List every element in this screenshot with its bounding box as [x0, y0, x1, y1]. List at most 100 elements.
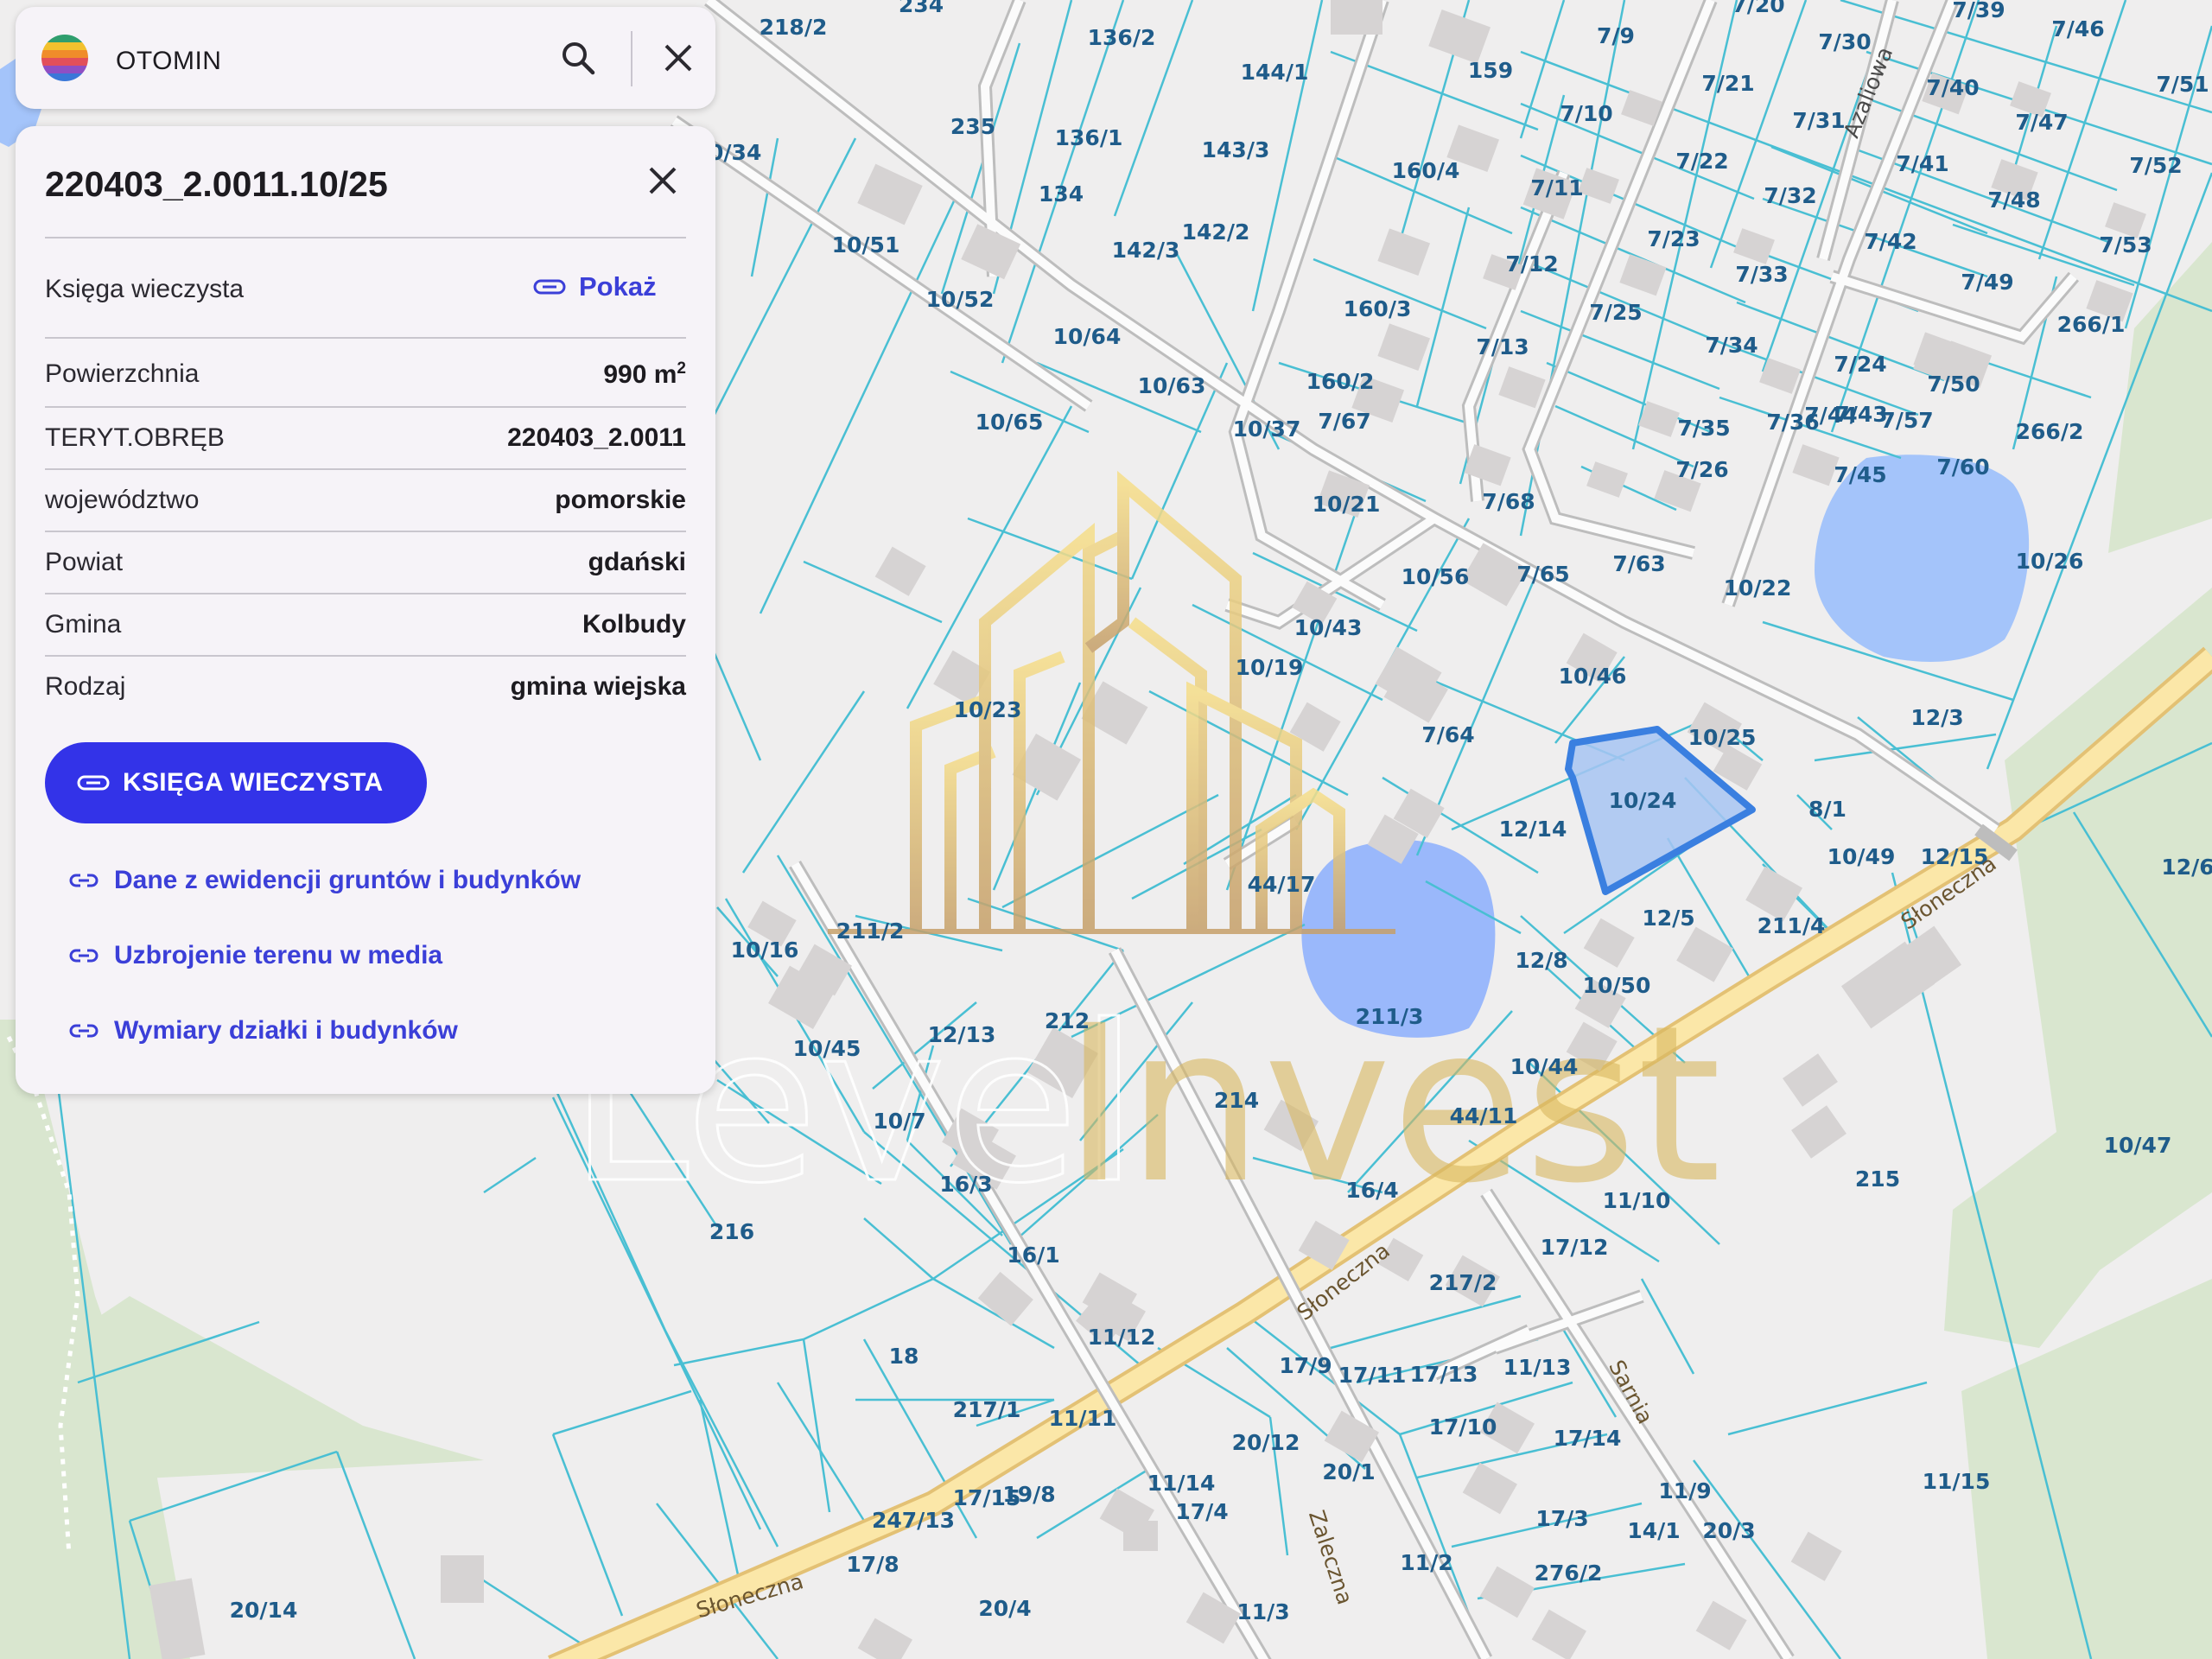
land-register-button[interactable]: KSIĘGA WIECZYSTA: [45, 742, 427, 823]
parcel-label: 134: [1039, 181, 1084, 207]
voivodeship-value: pomorskie: [555, 486, 686, 514]
parcel-label: 217/2: [1429, 1270, 1497, 1295]
parcel-label: 20/14: [230, 1598, 298, 1623]
parcel-label: 214: [1214, 1088, 1259, 1113]
parcel-label: 10/64: [1053, 324, 1122, 349]
parcel-label: 7/42: [1864, 229, 1916, 254]
parcel-label: 7/52: [2129, 153, 2182, 178]
parcel-label: 10/37: [1233, 416, 1301, 442]
divider: [45, 406, 686, 408]
kw-label: Księga wieczysta: [45, 275, 245, 303]
parcel-label: 266/1: [2057, 312, 2126, 337]
parcel-label: 20/3: [1702, 1518, 1755, 1543]
parcel-label: 11/10: [1603, 1188, 1671, 1213]
parcel-label: 19/8: [1002, 1482, 1055, 1507]
parcel-label: 17/14: [1554, 1426, 1622, 1451]
parcel-label: 7/41: [1896, 151, 1948, 176]
parcel-label: 10/16: [731, 938, 799, 963]
link-registry-label: Dane z ewidencji gruntów i budynków: [114, 866, 582, 894]
street-label: Azaliowa: [1839, 43, 1897, 141]
divider: [45, 468, 686, 470]
parcel-label: 211/3: [1356, 1004, 1424, 1029]
parcel-label: 7/49: [1961, 270, 2013, 295]
parcel-label: 10/63: [1138, 373, 1206, 398]
search-input[interactable]: OTOMIN: [116, 47, 221, 76]
type-label: Rodzaj: [45, 672, 126, 701]
parcel-label: 211/2: [836, 918, 905, 944]
teryt-label: TERYT.OBRĘB: [45, 423, 225, 452]
parcel-label: 12/14: [1499, 817, 1567, 842]
parcel-label: 20/12: [1232, 1430, 1300, 1455]
kw-show-link[interactable]: Pokaż: [532, 271, 657, 302]
parcel-label: 10/25: [1688, 725, 1757, 750]
parcel-label: 7/26: [1675, 457, 1728, 482]
parcel-label: 7/21: [1701, 71, 1754, 96]
parcel-label: 216: [709, 1219, 754, 1244]
close-panel-icon[interactable]: [634, 152, 691, 209]
parcel-label: 10/52: [926, 287, 995, 312]
link-icon: [533, 279, 566, 295]
search-bar[interactable]: OTOMIN: [16, 7, 715, 109]
close-search-icon[interactable]: [650, 29, 707, 86]
parcel-label: 17/3: [1535, 1506, 1588, 1531]
parcel-label: 7/36: [1766, 410, 1819, 435]
parcel-label: 11/15: [1923, 1469, 1991, 1494]
parcel-label: 7/51: [2156, 72, 2209, 97]
parcel-label: 7/50: [1927, 372, 1980, 397]
parcel-label: 20/4: [978, 1596, 1031, 1621]
link-dimensions[interactable]: Wymiary działki i budynków: [69, 1016, 458, 1046]
parcel-label: 17/11: [1338, 1363, 1407, 1388]
parcel-label: 10/56: [1402, 564, 1470, 589]
parcel-label: 12/8: [1515, 948, 1567, 973]
parcel-label: 11/9: [1658, 1478, 1711, 1503]
parcel-label: 12/3: [1910, 705, 1963, 730]
parcel-label: 7/11: [1530, 175, 1583, 200]
area-label: Powierzchnia: [45, 359, 200, 388]
parcel-label: 7/12: [1505, 251, 1558, 276]
commune-label: Gmina: [45, 610, 122, 639]
parcel-label: 136/2: [1088, 25, 1156, 50]
divider: [45, 655, 686, 657]
parcel-label: 12/5: [1642, 906, 1694, 931]
parcel-info-panel: 220403_2.0011.10/25 Księga wieczysta Pok…: [16, 126, 715, 1094]
parcel-label: 17/10: [1429, 1414, 1497, 1440]
parcel-label: 159: [1468, 58, 1513, 83]
link-utilities-label: Uzbrojenie terenu w media: [114, 941, 443, 969]
street-label: Zaleczna: [1304, 1507, 1357, 1607]
parcel-label: 11/11: [1049, 1406, 1117, 1431]
parcel-label: 247/13: [872, 1508, 955, 1533]
parcel-label: 11/14: [1147, 1471, 1216, 1496]
parcel-label: 143/3: [1202, 137, 1270, 162]
parcel-label: 44/17: [1248, 872, 1316, 897]
link-icon: [69, 949, 99, 963]
parcel-label: 11/13: [1503, 1355, 1572, 1380]
parcel-title: 220403_2.0011.10/25: [45, 164, 388, 204]
parcel-label: 142/3: [1112, 238, 1180, 263]
parcel-label: 7/24: [1834, 352, 1886, 377]
parcel-label: 17/9: [1279, 1353, 1332, 1378]
type-value: gmina wiejska: [510, 672, 686, 701]
divider: [45, 337, 686, 339]
link-icon: [69, 1024, 99, 1038]
parcel-label: 8/1: [1808, 797, 1847, 822]
parcel-label: 266/2: [2016, 419, 2084, 444]
search-icon[interactable]: [550, 29, 607, 86]
parcel-label: 10/43: [1294, 615, 1363, 640]
parcel-label: 7/60: [1936, 454, 1989, 480]
parcel-label: 17/8: [846, 1552, 899, 1577]
parcel-label: 276/2: [1535, 1560, 1603, 1586]
parcel-label: 16/3: [939, 1172, 992, 1197]
divider: [45, 531, 686, 532]
parcel-label: 160/3: [1344, 296, 1412, 321]
parcel-label: 10/44: [1510, 1054, 1579, 1079]
parcel-label: 7/68: [1482, 489, 1535, 514]
divider: [45, 237, 686, 238]
link-icon: [69, 874, 99, 887]
parcel-label: 10/23: [954, 697, 1022, 722]
divider: [45, 593, 686, 594]
parcel-label: 17/4: [1175, 1499, 1228, 1524]
link-utilities[interactable]: Uzbrojenie terenu w media: [69, 941, 442, 970]
parcel-label: 234: [899, 0, 944, 17]
parcel-label: 7/46: [2051, 16, 2104, 41]
link-registry-data[interactable]: Dane z ewidencji gruntów i budynków: [69, 866, 581, 895]
